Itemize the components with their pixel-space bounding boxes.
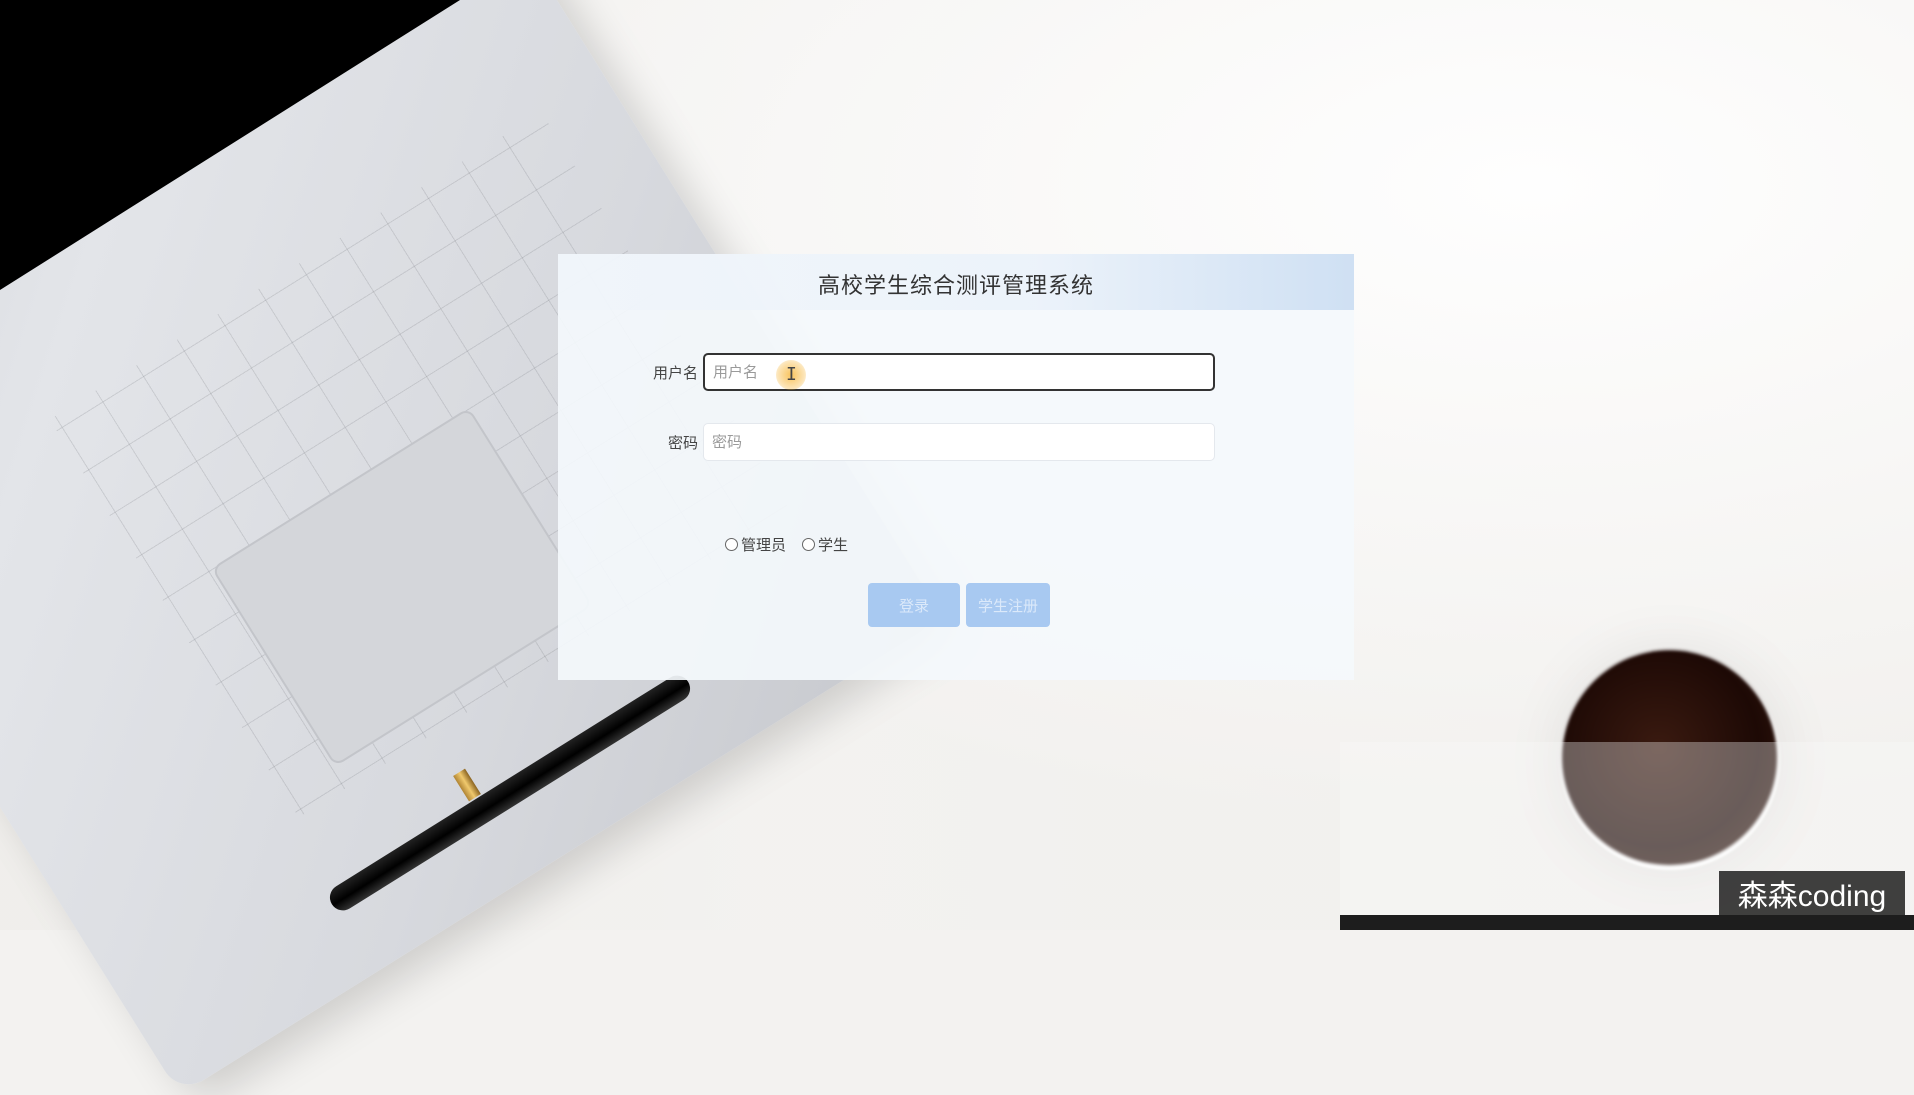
role-admin-label: 管理员: [741, 536, 787, 554]
page-title: 高校学生综合测评管理系统: [817, 274, 1094, 299]
password-input[interactable]: [703, 423, 1215, 461]
watermark-badge: 森森coding: [1719, 871, 1905, 915]
student-register-button[interactable]: 学生注册: [966, 583, 1050, 627]
login-button[interactable]: 登录: [868, 583, 960, 627]
role-admin-radio[interactable]: 管理员: [725, 534, 786, 555]
role-student-radio[interactable]: 学生: [802, 534, 848, 555]
username-label: 用户名: [652, 364, 698, 382]
password-label: 密码: [667, 434, 698, 452]
radio-circle-icon[interactable]: [802, 538, 816, 551]
bottom-strip: [1340, 915, 1914, 930]
role-radio-group: 管理员 学生: [725, 534, 848, 555]
radio-circle-icon[interactable]: [725, 538, 738, 551]
role-student-label: 学生: [818, 536, 849, 554]
text-cursor-icon: I: [786, 364, 797, 385]
login-header: 高校学生综合测评管理系统: [558, 254, 1354, 310]
